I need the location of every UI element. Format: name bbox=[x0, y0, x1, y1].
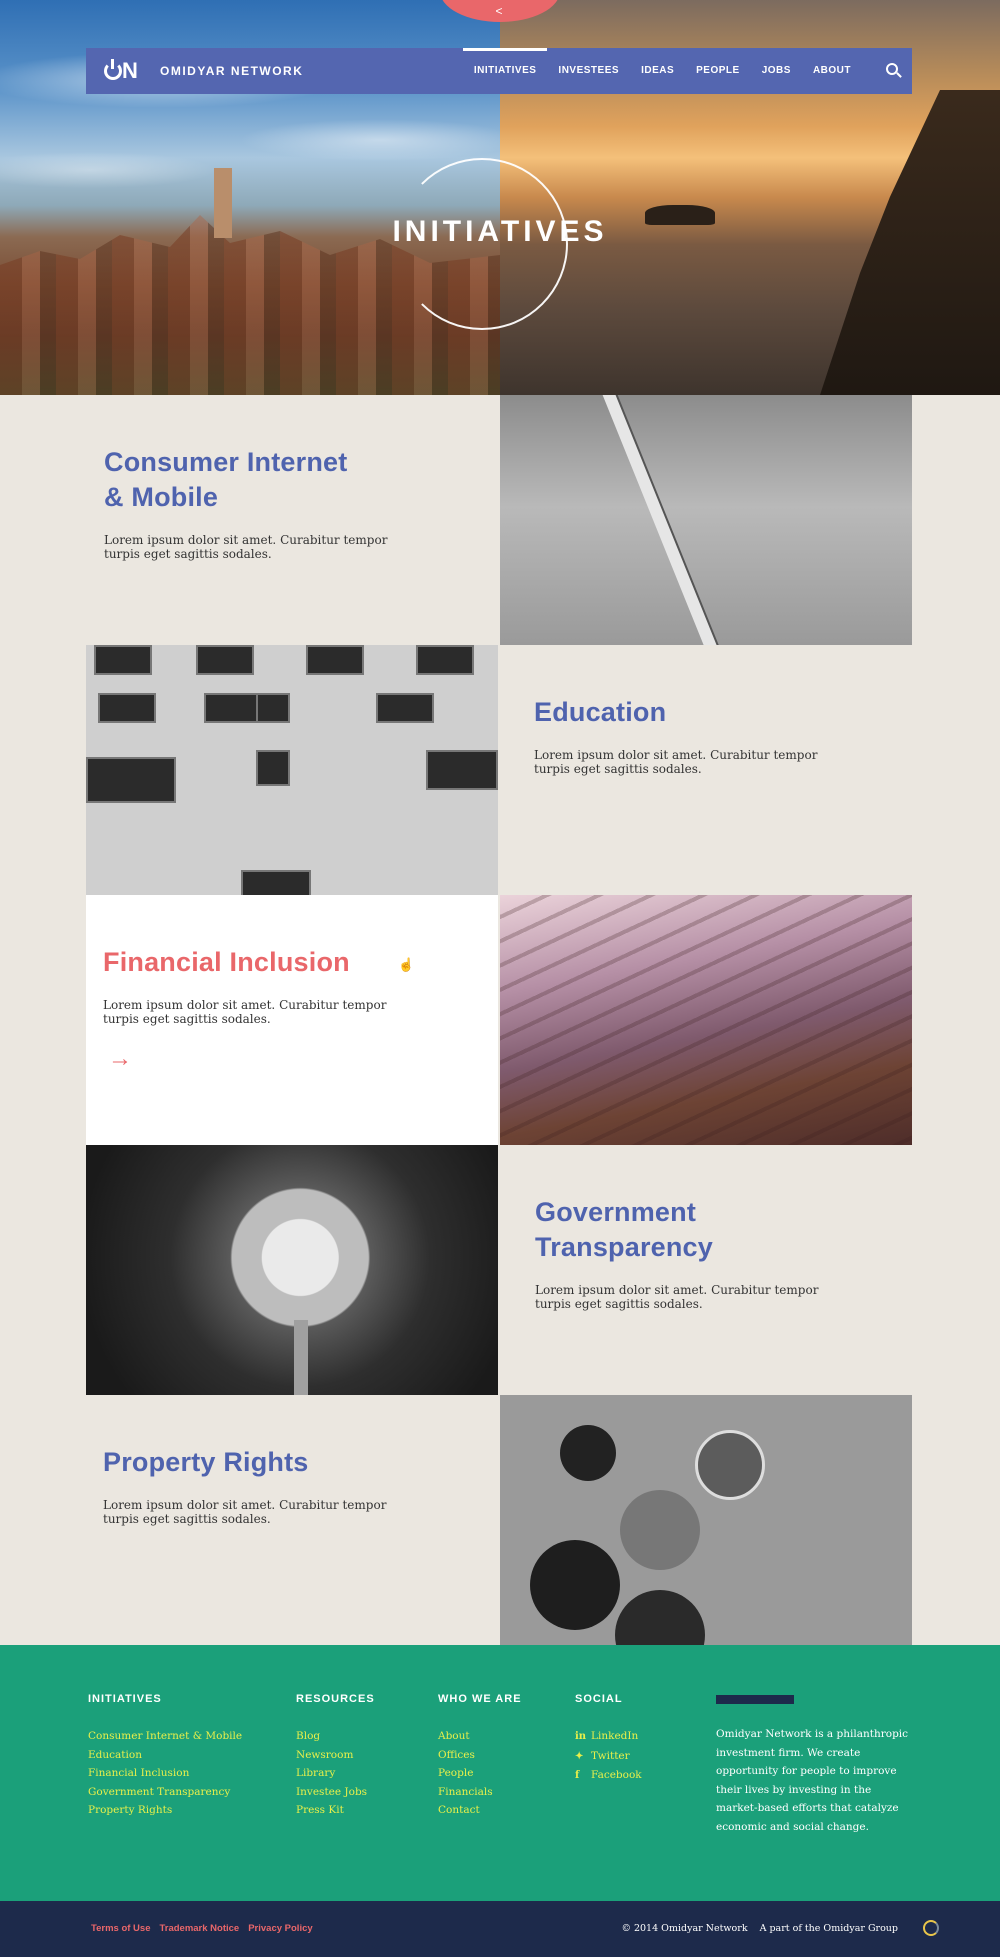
initiative-education[interactable]: Education Lorem ipsum dolor sit amet. Cu… bbox=[500, 645, 912, 895]
copyright-text: © 2014 Omidyar Network bbox=[621, 1923, 748, 1934]
initiative-government-transparency[interactable]: Government Transparency Lorem ipsum dolo… bbox=[500, 1145, 912, 1395]
copyright: © 2014 Omidyar Network A part of the Omi… bbox=[621, 1923, 910, 1934]
initiative-description: Lorem ipsum dolor sit amet. Curabitur te… bbox=[534, 748, 818, 776]
initiative-image-bridge[interactable] bbox=[500, 395, 912, 645]
footer-link-facebook[interactable]: f Facebook bbox=[575, 1766, 642, 1786]
initiative-title[interactable]: Consumer Internet & Mobile bbox=[104, 445, 478, 515]
footer-link[interactable]: Investee Jobs bbox=[296, 1783, 375, 1802]
nav-item-investees[interactable]: INVESTEES bbox=[547, 48, 630, 94]
nav-item-ideas[interactable]: IDEAS bbox=[630, 48, 685, 94]
initiative-description: Lorem ipsum dolor sit amet. Curabitur te… bbox=[104, 533, 388, 561]
cursor-icon: ☝ bbox=[398, 957, 415, 972]
footer-resources: RESOURCES Blog Newsroom Library Investee… bbox=[296, 1693, 375, 1820]
twitter-icon: ✦ bbox=[575, 1750, 584, 1762]
share-icon[interactable]: < bbox=[491, 4, 507, 18]
footer-link[interactable]: Financial Inclusion bbox=[88, 1764, 242, 1783]
footer-link[interactable]: Newsroom bbox=[296, 1746, 375, 1765]
initiative-title[interactable]: Property Rights bbox=[103, 1445, 478, 1480]
footer-heading: SOCIAL bbox=[575, 1693, 623, 1705]
site-footer: INITIATIVES Consumer Internet & Mobile E… bbox=[0, 1645, 1000, 1901]
group-text[interactable]: A part of the Omidyar Group bbox=[760, 1923, 898, 1934]
terms-link[interactable]: Terms of Use bbox=[91, 1923, 150, 1934]
initiative-description: Lorem ipsum dolor sit amet. Curabitur te… bbox=[103, 1498, 387, 1526]
footer-link[interactable]: Press Kit bbox=[296, 1801, 375, 1820]
footer-link-linkedin[interactable]: in LinkedIn bbox=[575, 1727, 642, 1747]
footer-about-text: Omidyar Network is a philanthropic inves… bbox=[716, 1728, 909, 1833]
footer-heading: WHO WE ARE bbox=[438, 1693, 522, 1705]
footer-link[interactable]: Library bbox=[296, 1764, 375, 1783]
footer-link[interactable]: Government Transparency bbox=[88, 1783, 242, 1802]
footer-link[interactable]: Financials bbox=[438, 1783, 522, 1802]
footer-link[interactable]: People bbox=[438, 1764, 522, 1783]
search-icon[interactable] bbox=[886, 63, 898, 75]
initiative-title[interactable]: Financial Inclusion bbox=[103, 945, 478, 980]
nav-item-people[interactable]: PEOPLE bbox=[685, 48, 751, 94]
initiative-title[interactable]: Education bbox=[534, 695, 892, 730]
main-navigation: N OMIDYAR NETWORK INITIATIVES INVESTEES … bbox=[86, 48, 912, 94]
initiative-property-rights[interactable]: Property Rights Lorem ipsum dolor sit am… bbox=[86, 1395, 498, 1645]
trademark-link[interactable]: Trademark Notice bbox=[159, 1923, 239, 1934]
footer-social: SOCIAL in LinkedIn ✦ Twitter f Facebook bbox=[575, 1693, 642, 1786]
facebook-icon: f bbox=[575, 1770, 580, 1781]
initiative-consumer-internet[interactable]: Consumer Internet & Mobile Lorem ipsum d… bbox=[86, 395, 498, 645]
nav-item-initiatives[interactable]: INITIATIVES bbox=[462, 48, 548, 94]
initiative-financial-inclusion[interactable]: Financial Inclusion Lorem ipsum dolor si… bbox=[86, 895, 498, 1145]
footer-link-twitter[interactable]: ✦ Twitter bbox=[575, 1747, 642, 1767]
footer-heading: RESOURCES bbox=[296, 1693, 375, 1705]
footer-link[interactable]: Property Rights bbox=[88, 1801, 242, 1820]
page-title: INITIATIVES bbox=[392, 215, 608, 248]
omidyar-group-logo[interactable] bbox=[923, 1920, 939, 1936]
footer-link[interactable]: Consumer Internet & Mobile bbox=[88, 1727, 242, 1746]
footer-link[interactable]: About bbox=[438, 1727, 522, 1746]
linkedin-icon: in bbox=[575, 1731, 587, 1742]
footer-link[interactable]: Offices bbox=[438, 1746, 522, 1765]
bottom-bar: Terms of Use Trademark Notice Privacy Po… bbox=[0, 1901, 1000, 1957]
initiative-image-desert[interactable] bbox=[500, 895, 912, 1145]
nav-item-jobs[interactable]: JOBS bbox=[751, 48, 802, 94]
initiative-image-fields[interactable] bbox=[500, 1395, 912, 1645]
initiative-description: Lorem ipsum dolor sit amet. Curabitur te… bbox=[535, 1283, 819, 1311]
footer-link[interactable]: Blog bbox=[296, 1727, 375, 1746]
footer-link[interactable]: Education bbox=[88, 1746, 242, 1765]
initiative-image-flower[interactable] bbox=[86, 1145, 498, 1395]
footer-who-we-are: WHO WE ARE About Offices People Financia… bbox=[438, 1693, 522, 1820]
footer-heading: INITIATIVES bbox=[88, 1693, 162, 1705]
logo[interactable]: N bbox=[104, 58, 138, 84]
privacy-link[interactable]: Privacy Policy bbox=[248, 1923, 312, 1934]
nav-item-about[interactable]: ABOUT bbox=[802, 48, 862, 94]
footer-divider bbox=[716, 1695, 794, 1704]
initiative-image-building[interactable] bbox=[86, 645, 498, 895]
initiative-title[interactable]: Government Transparency bbox=[535, 1195, 892, 1265]
brand-name[interactable]: OMIDYAR NETWORK bbox=[160, 64, 303, 78]
initiative-description: Lorem ipsum dolor sit amet. Curabitur te… bbox=[103, 998, 387, 1026]
legal-links: Terms of Use Trademark Notice Privacy Po… bbox=[91, 1923, 322, 1934]
footer-initiatives: INITIATIVES Consumer Internet & Mobile E… bbox=[88, 1693, 242, 1820]
arrow-right-icon[interactable]: → bbox=[108, 1045, 132, 1073]
footer-link[interactable]: Contact bbox=[438, 1801, 522, 1820]
